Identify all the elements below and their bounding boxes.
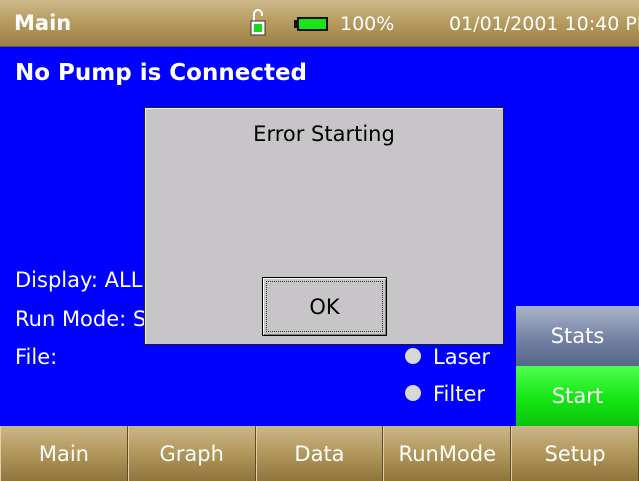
status-bar: Main 100% 01/01/2001 10:40 PM [0,0,639,47]
unlocked-padlock-icon[interactable] [250,8,266,36]
ok-label: OK [309,294,340,319]
battery-icon [294,17,328,31]
tab-setup[interactable]: Setup [511,426,639,481]
date-time: 01/01/2001 10:40 PM [449,13,639,35]
connection-status: No Pump is Connected [15,60,308,86]
stats-button[interactable]: Stats [516,306,639,366]
instrument-screen: Main 100% 01/01/2001 10:40 PM No Pump is… [0,0,639,481]
battery-percent: 100% [340,13,395,35]
filter-label: Filter [433,382,486,406]
tab-main[interactable]: Main [0,426,128,481]
display-setting: Display: ALL [15,268,143,292]
ok-button[interactable]: OK [262,277,387,336]
bottom-nav: Main Graph Data RunMode Setup [0,426,639,481]
filter-indicator: Filter [405,382,485,406]
status-dot-icon [405,348,421,364]
laser-label: Laser [433,345,491,369]
tab-graph[interactable]: Graph [127,426,256,481]
status-dot-icon [405,385,421,401]
tab-runmode[interactable]: RunMode [383,426,512,481]
start-button[interactable]: Start [516,366,639,426]
laser-indicator: Laser [405,345,490,369]
tab-data[interactable]: Data [255,426,384,481]
dialog-title: Error Starting [253,122,395,146]
error-dialog: Error Starting OK [144,107,504,345]
screen-title: Main [14,11,72,35]
run-mode-setting: Run Mode: S [15,307,147,331]
file-setting: File: [15,345,58,369]
